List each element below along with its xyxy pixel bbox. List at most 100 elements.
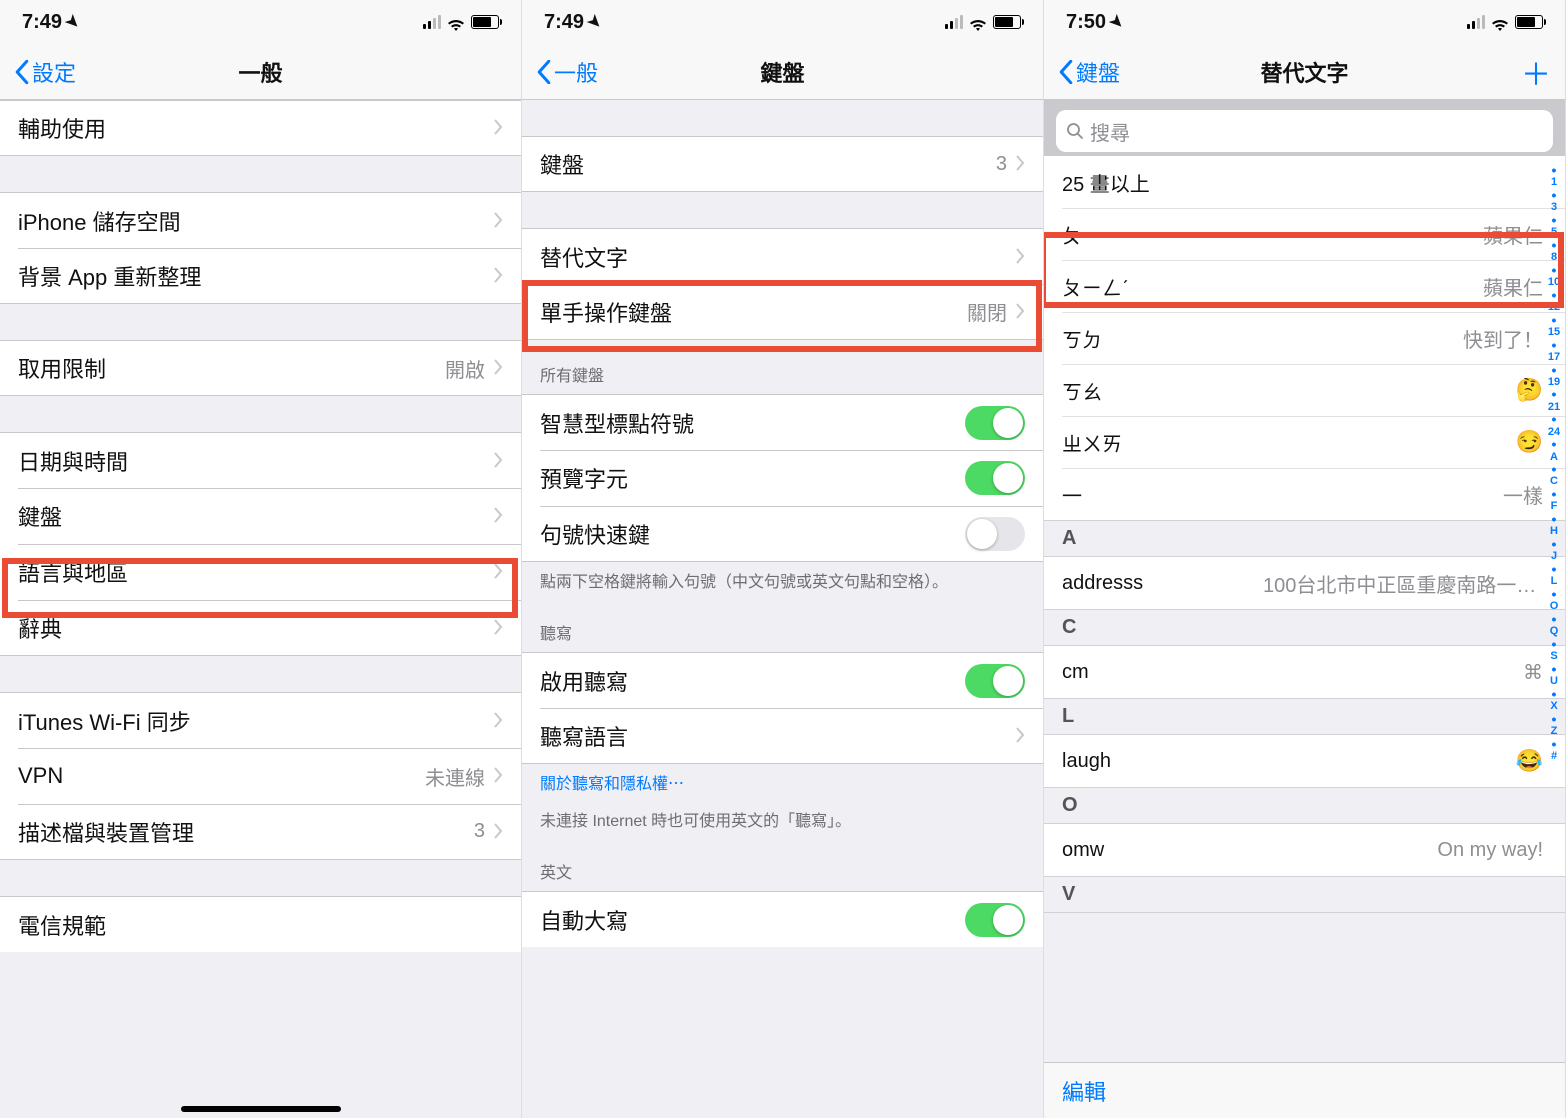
back-button[interactable]: 一般	[530, 52, 604, 92]
section-V: V	[1044, 876, 1565, 913]
add-button[interactable]: ＋	[1521, 50, 1551, 94]
row-one-handed[interactable]: 單手操作鍵盤 關閉	[522, 284, 1043, 340]
cell-label: iPhone 儲存空間	[18, 205, 493, 237]
back-label: 設定	[32, 56, 76, 88]
row-smart-punctuation[interactable]: 智慧型標點符號	[522, 394, 1043, 450]
row-date-time[interactable]: 日期與時間	[0, 432, 521, 488]
cell-label: 背景 App 重新整理	[18, 260, 493, 292]
row-language-region[interactable]: 語言與地區	[0, 544, 521, 600]
section-header-row: 25 畫以上	[1044, 156, 1565, 208]
search-icon	[1066, 122, 1084, 140]
search-input[interactable]: 搜尋	[1056, 110, 1553, 152]
cell-detail: 3	[474, 820, 485, 843]
chevron-right-icon	[493, 763, 503, 789]
list-item[interactable]: ㄆ蘋果仁	[1044, 208, 1565, 260]
status-right	[1467, 15, 1543, 29]
wifi-icon	[447, 15, 465, 29]
chevron-right-icon	[1015, 723, 1025, 749]
section-O: O	[1044, 787, 1565, 824]
chevron-right-icon	[1015, 244, 1025, 270]
cell-label: 日期與時間	[18, 445, 493, 477]
shortcut-key: ㄆㄧㄥˊ	[1062, 272, 1483, 301]
cell-label: 預覽字元	[540, 462, 965, 494]
row-enable-dictation[interactable]: 啟用聽寫	[522, 652, 1043, 708]
shortcut-key: ㄎㄠ	[1062, 376, 1516, 405]
home-indicator[interactable]	[181, 1106, 341, 1112]
row-auto-capitalize[interactable]: 自動大寫	[522, 891, 1043, 947]
cell-label: 語言與地區	[18, 556, 493, 588]
replacement-list[interactable]: 25 畫以上 ㄆ蘋果仁 ㄆㄧㄥˊ蘋果仁 ㄎㄉ快到了！ ㄎㄠ🤔 ㄓㄨㄞ😏 一一樣 …	[1044, 156, 1565, 1062]
toggle-smart-punctuation[interactable]	[965, 406, 1025, 440]
status-time: 7:49 ➤	[544, 11, 601, 34]
list-item[interactable]: ㄎㄉ快到了！	[1044, 312, 1565, 364]
shortcut-value: ⌘	[1523, 660, 1543, 685]
cell-label: 智慧型標點符號	[540, 407, 965, 439]
list-item[interactable]: cm⌘	[1044, 646, 1565, 698]
back-button[interactable]: 鍵盤	[1052, 52, 1126, 92]
signal-icon	[945, 15, 963, 29]
list-item[interactable]: ㄓㄨㄞ😏	[1044, 416, 1565, 468]
status-bar: 7:50 ➤	[1044, 0, 1565, 44]
list-item[interactable]: laugh😂	[1044, 735, 1565, 787]
row-accessibility[interactable]: 輔助使用	[0, 100, 521, 156]
row-text-replacement[interactable]: 替代文字	[522, 228, 1043, 284]
location-icon: ➤	[61, 10, 85, 34]
row-period-shortcut[interactable]: 句號快速鍵	[522, 506, 1043, 562]
row-profiles[interactable]: 描述檔與裝置管理 3	[0, 804, 521, 860]
location-icon: ➤	[1105, 10, 1129, 34]
toggle-char-preview[interactable]	[965, 461, 1025, 495]
toggle-dictation[interactable]	[965, 664, 1025, 698]
edit-button[interactable]: 編輯	[1062, 1075, 1106, 1107]
row-itunes-wifi-sync[interactable]: iTunes Wi-Fi 同步	[0, 692, 521, 748]
row-keyboards[interactable]: 鍵盤 3	[522, 136, 1043, 192]
cell-detail: 開啟	[445, 354, 485, 383]
chevron-right-icon	[493, 615, 503, 641]
shortcut-key: omw	[1062, 839, 1437, 862]
back-button[interactable]: 設定	[8, 52, 82, 92]
list-item[interactable]: 一一樣	[1044, 468, 1565, 520]
list-item[interactable]: addresss100台北市中正區重慶南路一段...	[1044, 557, 1565, 609]
status-time: 7:50 ➤	[1066, 11, 1123, 34]
list-item[interactable]: ㄎㄠ🤔	[1044, 364, 1565, 416]
chevron-right-icon	[493, 819, 503, 845]
section-index[interactable]: •1•3•5•8•10•12•15•17•19•21•24•A•C•F•H•J•…	[1545, 165, 1563, 1058]
wifi-icon	[969, 15, 987, 29]
time-text: 7:50	[1066, 11, 1106, 34]
screen-text-replacement: 7:50 ➤ 鍵盤 替代文字 ＋ 搜尋 25 畫以上 ㄆ蘋果仁 ㄆㄧㄥˊ蘋果仁 …	[1044, 0, 1566, 1118]
footer-privacy-link[interactable]: 關於聽寫和隱私權⋯	[522, 764, 1043, 800]
shortcut-key: cm	[1062, 661, 1523, 684]
list-item[interactable]: omwOn my way!	[1044, 824, 1565, 876]
search-container: 搜尋	[1044, 100, 1565, 162]
section-A: A	[1044, 520, 1565, 557]
shortcut-value: 蘋果仁	[1483, 272, 1543, 301]
chevron-left-icon	[14, 60, 30, 84]
search-placeholder: 搜尋	[1090, 117, 1130, 146]
cell-label: iTunes Wi-Fi 同步	[18, 705, 493, 737]
shortcut-key: ㄎㄉ	[1062, 324, 1463, 353]
row-restrictions[interactable]: 取用限制 開啟	[0, 340, 521, 396]
toggle-auto-cap[interactable]	[965, 903, 1025, 937]
shortcut-value: 一樣	[1503, 480, 1543, 509]
row-carrier[interactable]: 電信規範	[0, 896, 521, 952]
row-vpn[interactable]: VPN 未連線	[0, 748, 521, 804]
time-text: 7:49	[544, 11, 584, 34]
row-keyboard[interactable]: 鍵盤	[0, 488, 521, 544]
chevron-right-icon	[493, 208, 503, 234]
back-label: 一般	[554, 56, 598, 88]
cell-label: 鍵盤	[540, 148, 996, 180]
row-dictation-languages[interactable]: 聽寫語言	[522, 708, 1043, 764]
status-bar: 7:49 ➤	[0, 0, 521, 44]
cell-label: 描述檔與裝置管理	[18, 816, 474, 848]
nav-bar: 一般 鍵盤	[522, 44, 1043, 100]
toggle-period-shortcut[interactable]	[965, 517, 1025, 551]
chevron-right-icon	[1015, 151, 1025, 177]
nav-bar: 鍵盤 替代文字 ＋	[1044, 44, 1565, 100]
section-C: C	[1044, 609, 1565, 646]
list-item[interactable]: ㄆㄧㄥˊ蘋果仁	[1044, 260, 1565, 312]
row-background-refresh[interactable]: 背景 App 重新整理	[0, 248, 521, 304]
row-iphone-storage[interactable]: iPhone 儲存空間	[0, 192, 521, 248]
footer-offline-hint: 未連接 Internet 時也可使用英文的「聽寫」。	[522, 801, 1043, 837]
row-char-preview[interactable]: 預覽字元	[522, 450, 1043, 506]
row-dictionary[interactable]: 辭典	[0, 600, 521, 656]
cell-label: 取用限制	[18, 352, 445, 384]
